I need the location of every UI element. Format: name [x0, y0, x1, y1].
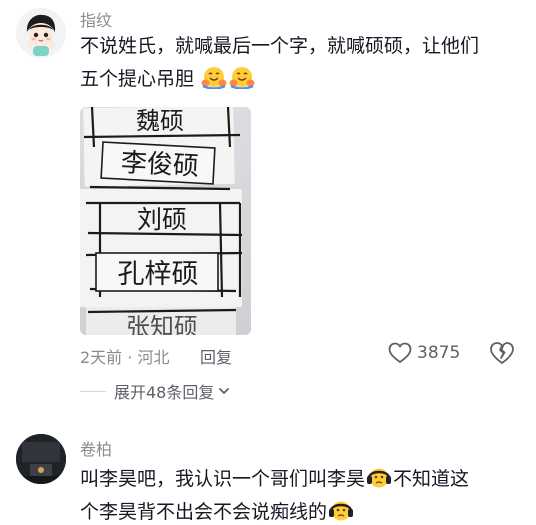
- hugging-face-icon: [229, 65, 255, 90]
- comment-text: 不说姓氏，就喊最后一个字，就喊硕硕，让他们 五个提心吊胆: [80, 30, 520, 96]
- comment-text-line: 个李昊背不出会不会说痴线的: [80, 496, 520, 525]
- comment-text-fragment: 叫李昊吧，我认识一个哥们叫李昊: [80, 468, 366, 490]
- dislike-button[interactable]: [489, 340, 515, 366]
- comment-location: 河北: [137, 348, 170, 367]
- meta-separator: ·: [127, 348, 133, 367]
- headphones-face-icon: [328, 498, 354, 522]
- comment-text-fragment: 五个提心吊胆: [80, 68, 195, 90]
- reply-button[interactable]: 回复: [200, 344, 232, 368]
- avatar[interactable]: [16, 434, 66, 484]
- photo-name-tag: 刘硕: [137, 205, 187, 234]
- comment-username[interactable]: 指纹: [80, 7, 112, 31]
- comment-item: 指纹 不说姓氏，就喊最后一个字，就喊硕硕，让他们 五个提心吊胆 魏硕 李俊硕 刘…: [0, 0, 536, 415]
- like-count: 3875: [417, 343, 461, 363]
- heart-icon: [388, 342, 412, 364]
- comment-time: 2天前: [80, 348, 123, 367]
- divider: [80, 390, 106, 392]
- photo-name-tag: 魏硕: [136, 107, 184, 135]
- comment-item: 卷柏 叫李昊吧，我认识一个哥们叫李昊 不知道这 个李昊背不出会不会说痴线的: [0, 420, 536, 525]
- comment-text: 叫李昊吧，我认识一个哥们叫李昊 不知道这 个李昊背不出会不会说痴线的: [80, 463, 520, 525]
- comment-meta: 2天前 · 河北: [80, 344, 169, 368]
- comment-text-line: 不说姓氏，就喊最后一个字，就喊硕硕，让他们: [80, 35, 480, 57]
- expand-replies-label: 展开48条回复: [114, 383, 215, 402]
- expand-replies-button[interactable]: 展开48条回复: [80, 381, 231, 402]
- comment-text-fragment: 个李昊背不出会不会说痴线的: [80, 501, 328, 523]
- photo-name-tag: 孔梓硕: [118, 259, 199, 290]
- chevron-down-icon: [219, 388, 230, 394]
- comment-text-fragment: 不知道这: [393, 468, 470, 490]
- comment-image[interactable]: 魏硕 李俊硕 刘硕 孔梓硕 张知硕: [80, 107, 251, 335]
- like-button[interactable]: 3875: [388, 340, 460, 366]
- comment-text-line: 五个提心吊胆: [80, 63, 520, 96]
- avatar[interactable]: [16, 8, 66, 58]
- comment-username[interactable]: 卷柏: [80, 436, 112, 460]
- broken-heart-icon: [490, 342, 514, 364]
- photo-name-tag: 张知硕: [126, 313, 198, 335]
- headphones-face-icon: [366, 465, 392, 489]
- comment-text-line: 叫李昊吧，我认识一个哥们叫李昊 不知道这: [80, 463, 520, 496]
- hugging-face-icon: [201, 65, 227, 90]
- photo-name-tag: 李俊硕: [120, 148, 199, 182]
